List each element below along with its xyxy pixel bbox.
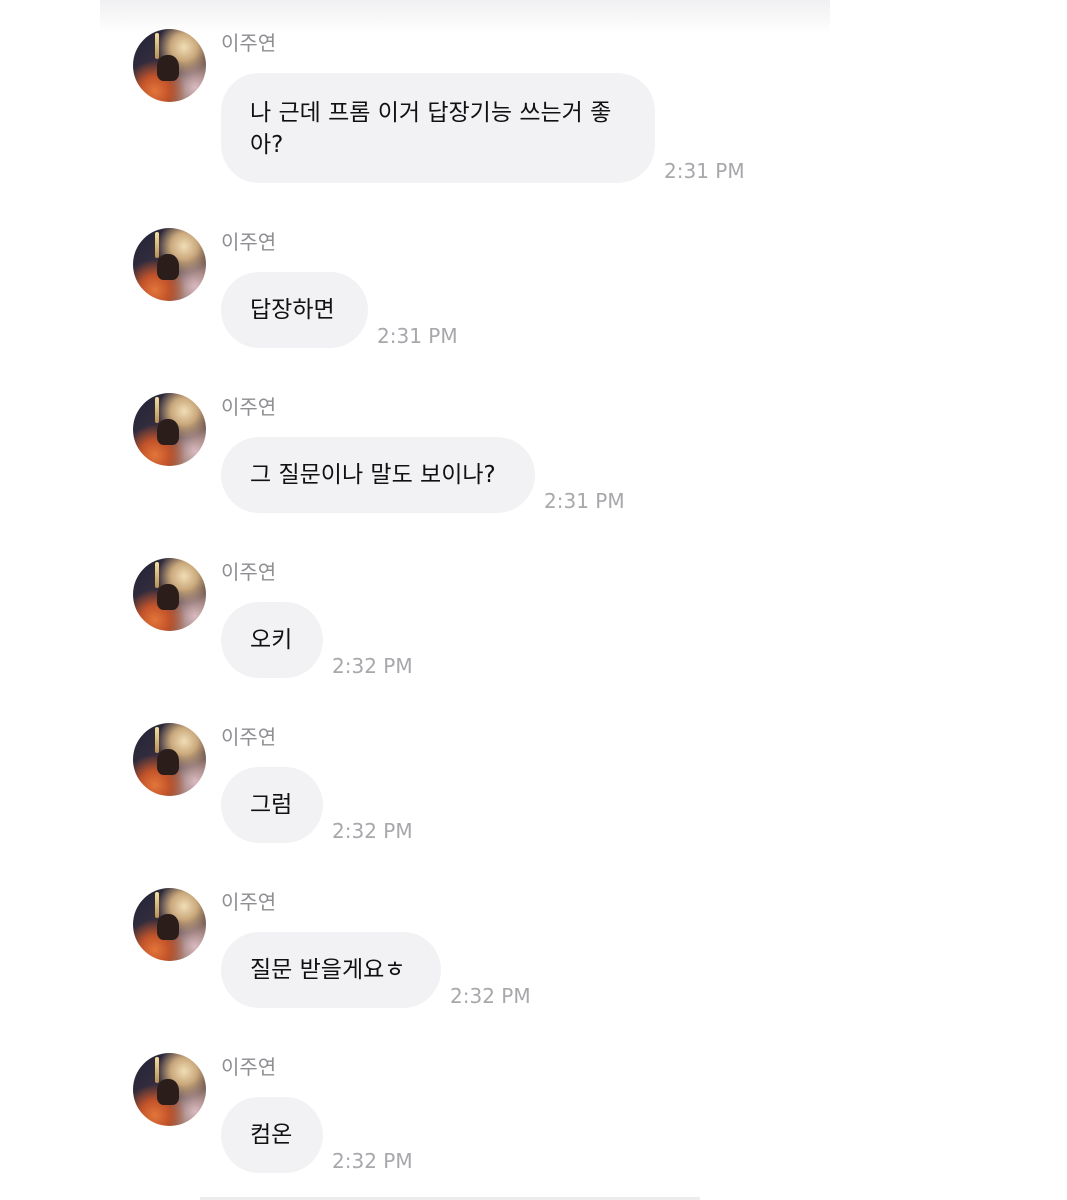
message-time: 2:32 PM (332, 654, 413, 678)
sender-name: 이주연 (221, 1055, 277, 1079)
avatar-photo-figure (157, 914, 179, 940)
sender-name: 이주연 (221, 31, 277, 55)
sender-name: 이주연 (221, 395, 277, 419)
message-bubble[interactable]: 컴온 (221, 1097, 323, 1173)
avatar-photo-figure (157, 584, 179, 610)
avatar[interactable] (133, 228, 206, 301)
sender-name: 이주연 (221, 725, 277, 749)
sender-name: 이주연 (221, 890, 277, 914)
avatar-photo-figure (157, 749, 179, 775)
message-bubble[interactable]: 그럼 (221, 767, 323, 843)
avatar-photo-detail (155, 892, 159, 918)
avatar-photo-figure (157, 254, 179, 280)
avatar[interactable] (133, 393, 206, 466)
avatar[interactable] (133, 1053, 206, 1126)
message-bubble[interactable]: 오키 (221, 602, 323, 678)
message-time: 2:32 PM (332, 819, 413, 843)
top-fade (100, 0, 830, 34)
avatar[interactable] (133, 888, 206, 961)
avatar-photo-detail (155, 232, 159, 258)
message-time: 2:32 PM (332, 1149, 413, 1173)
avatar[interactable] (133, 558, 206, 631)
message-time: 2:31 PM (377, 324, 458, 348)
message-bubble[interactable]: 답장하면 (221, 272, 368, 348)
avatar-photo-detail (155, 562, 159, 588)
sender-name: 이주연 (221, 230, 277, 254)
avatar-photo-detail (155, 727, 159, 753)
avatar-photo-detail (155, 1057, 159, 1083)
message-time: 2:31 PM (664, 159, 745, 183)
sender-name: 이주연 (221, 560, 277, 584)
avatar-photo-detail (155, 33, 159, 59)
avatar-photo-figure (157, 419, 179, 445)
message-bubble[interactable]: 그 질문이나 말도 보이나? (221, 437, 535, 513)
avatar-photo-detail (155, 397, 159, 423)
message-time: 2:32 PM (450, 984, 531, 1008)
avatar[interactable] (133, 29, 206, 102)
avatar[interactable] (133, 723, 206, 796)
message-time: 2:31 PM (544, 489, 625, 513)
avatar-photo-figure (157, 1079, 179, 1105)
message-bubble[interactable]: 질문 받을게요ㅎ (221, 932, 441, 1008)
avatar-photo-figure (157, 55, 179, 81)
message-bubble[interactable]: 나 근데 프롬 이거 답장기능 쓰는거 좋아? (221, 73, 655, 183)
